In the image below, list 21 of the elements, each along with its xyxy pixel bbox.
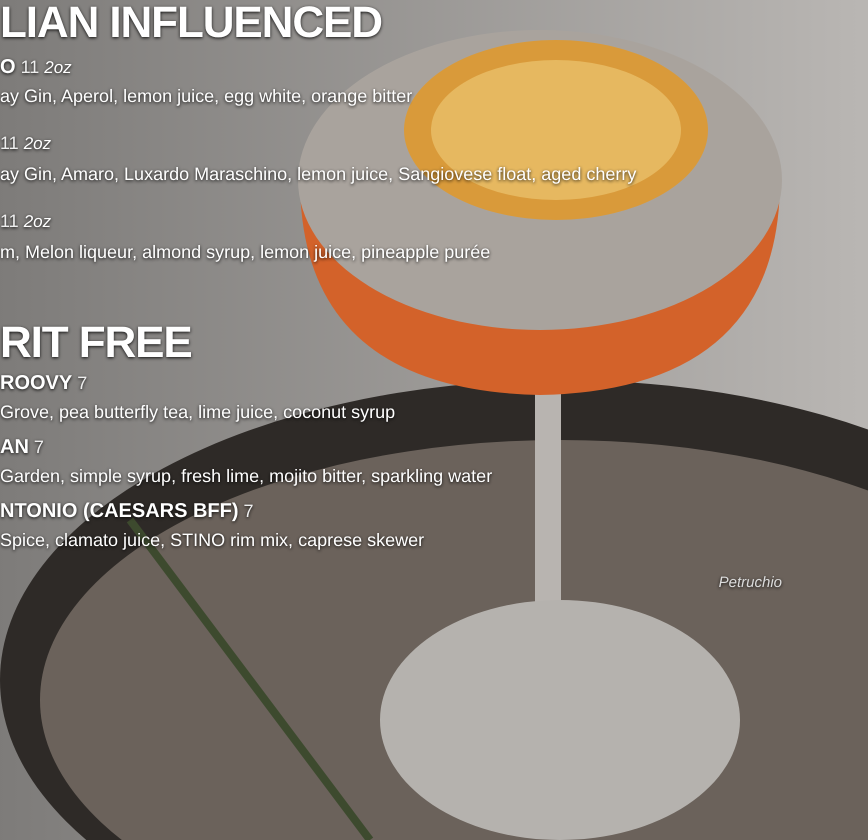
drink-price: 11 <box>0 210 19 233</box>
drink-name: ROOVY <box>0 371 72 396</box>
drink-price: 11 <box>20 56 40 79</box>
drink-ingredients: ay Gin, Aperol, lemon juice, egg white, orange bitter <box>0 85 412 108</box>
photo-caption: Petruchio <box>718 573 782 593</box>
drink-ingredients: Grove, pea butterfly tea, lime juice, coconut syrup <box>0 401 396 424</box>
drink-ingredients: Spice, clamato juice, STINO rim mix, caprese skewer <box>0 529 424 552</box>
drink-name: AN <box>0 435 29 460</box>
drink-size: 2oz <box>24 133 52 155</box>
drink-size: 2oz <box>24 211 52 233</box>
section-heading: LIAN INFLUENCED <box>0 0 382 46</box>
drink-name: NTONIO (CAESARS BFF) <box>0 499 239 524</box>
section-heading: RIT FREE <box>0 320 192 366</box>
drink-price: 11 <box>0 132 19 155</box>
drink-price: 7 <box>77 372 88 395</box>
drink-ingredients: Garden, simple syrup, fresh lime, mojito bitter, sparkling water <box>0 465 492 488</box>
drink-name: O <box>0 55 16 80</box>
drink-price: 7 <box>34 436 44 459</box>
drink-price: 7 <box>244 500 254 523</box>
drink-ingredients: ay Gin, Amaro, Luxardo Maraschino, lemon juice, Sangiovese float, aged cherry <box>0 163 636 186</box>
drink-size: 2oz <box>44 57 72 79</box>
